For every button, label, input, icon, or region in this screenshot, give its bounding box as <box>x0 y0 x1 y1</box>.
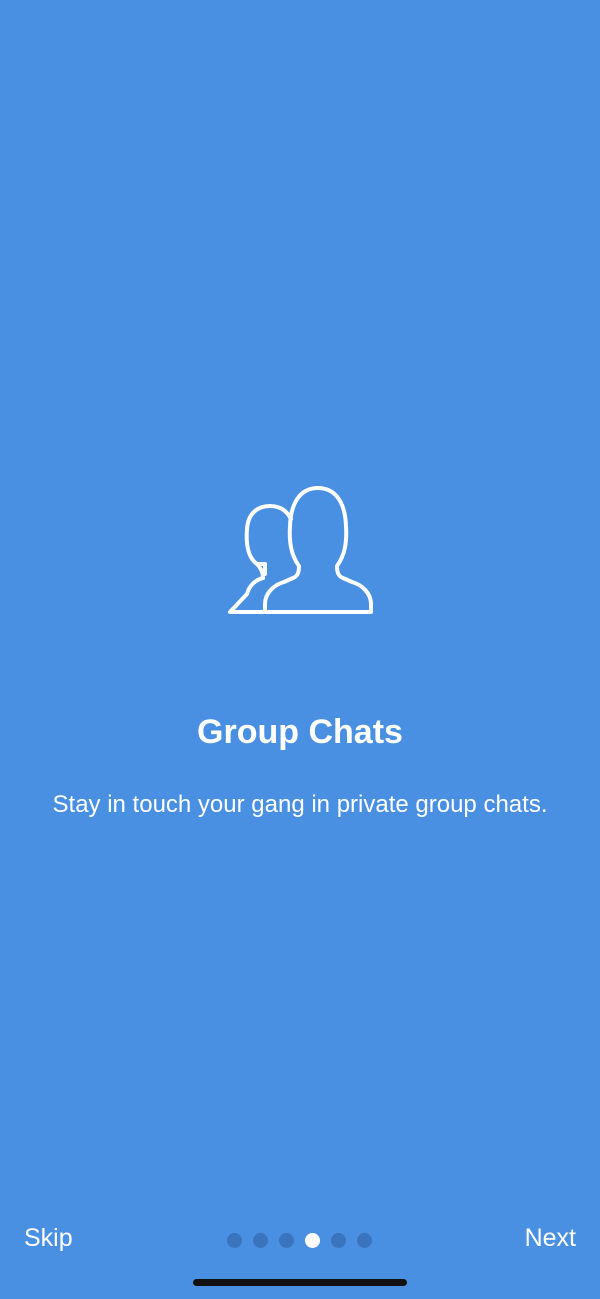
page-dot-5[interactable] <box>331 1233 346 1248</box>
page-description: Stay in touch your gang in private group… <box>52 791 548 818</box>
page-dot-2[interactable] <box>253 1233 268 1248</box>
page-indicator[interactable] <box>227 1233 372 1248</box>
skip-button[interactable]: Skip <box>24 1220 73 1256</box>
group-people-icon <box>228 486 373 614</box>
home-indicator <box>193 1279 407 1286</box>
page-dot-6[interactable] <box>357 1233 372 1248</box>
page-dot-1[interactable] <box>227 1233 242 1248</box>
next-button[interactable]: Next <box>525 1220 576 1256</box>
page-title: Group Chats <box>197 713 403 751</box>
page-dot-3[interactable] <box>279 1233 294 1248</box>
page-dot-4-active[interactable] <box>305 1233 320 1248</box>
onboarding-screen: Group Chats Stay in touch your gang in p… <box>0 0 600 1299</box>
